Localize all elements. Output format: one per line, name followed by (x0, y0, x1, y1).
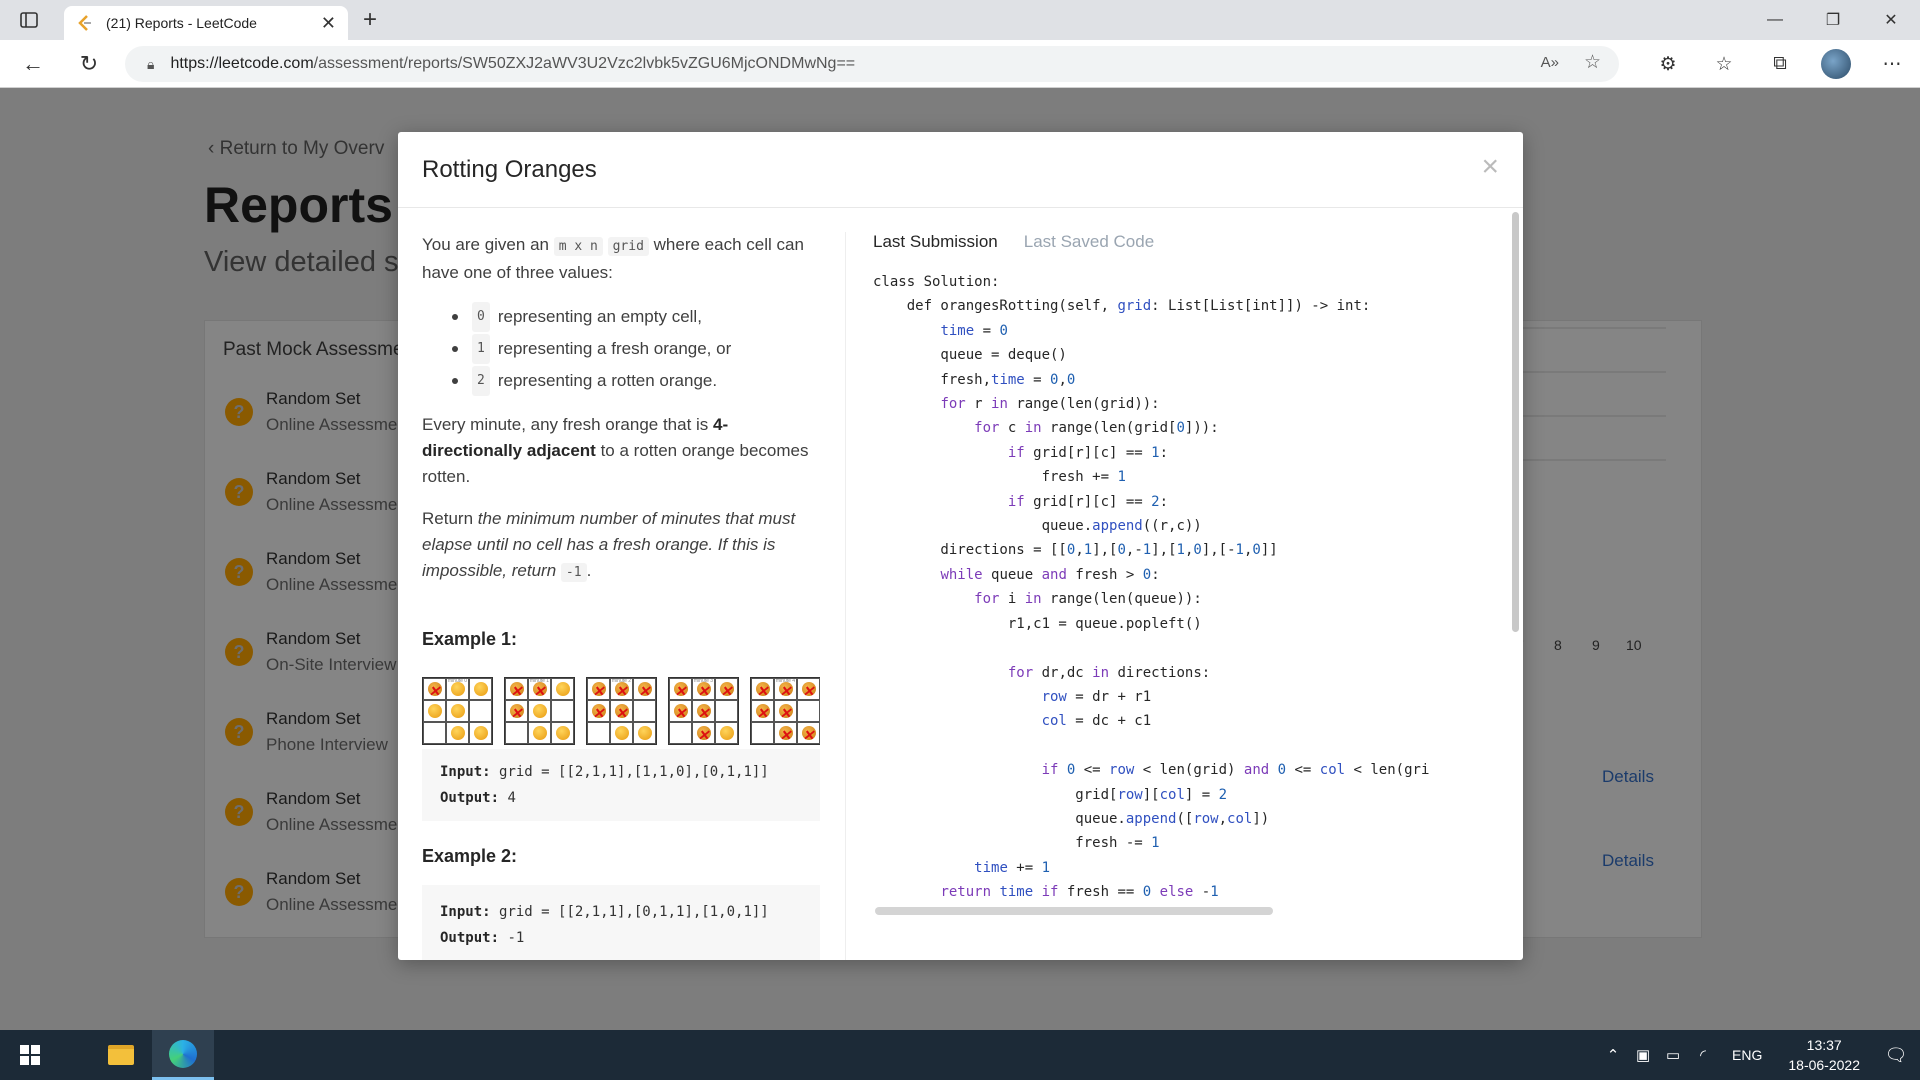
orange-grid: minute 4 (750, 668, 820, 748)
details-link[interactable]: Details (1602, 851, 1654, 871)
windows-taskbar: ⌃ ▣ ▭ ◜ ENG 13:37 18-06-2022 🗨︎ (0, 1030, 1920, 1080)
back-icon[interactable]: ← (10, 44, 56, 84)
list-item[interactable]: ? Random Set Online Assessmen (205, 855, 407, 935)
tab-last-saved-code[interactable]: Last Saved Code (1024, 232, 1154, 252)
problem-description: You are given an m x n grid where each c… (422, 232, 820, 960)
more-menu-icon[interactable]: ⋯ (1864, 53, 1920, 76)
lock-icon: 🔒︎ (147, 55, 155, 72)
add-favorite-icon[interactable]: ☆ (1584, 51, 1601, 74)
orange-grid: minute 1 (504, 668, 575, 745)
minimize-icon[interactable]: — (1746, 0, 1804, 40)
start-button[interactable] (0, 1030, 60, 1080)
example-title: Example 2: (422, 846, 518, 866)
orange-grid: minute 3 (668, 668, 739, 748)
orange-grid: minute 0 (422, 668, 493, 745)
question-icon: ? (225, 638, 253, 666)
collections-icon[interactable]: ⧉ (1752, 53, 1808, 75)
address-bar[interactable]: 🔒︎ https://leetcode.com /assessment/repo… (125, 46, 1619, 82)
example-image: minute 0 minute 1 minute 2 minute 3 minu… (422, 668, 820, 748)
profile-avatar[interactable] (1821, 49, 1851, 79)
question-icon: ? (225, 878, 253, 906)
modal-close-icon[interactable]: × (1481, 150, 1499, 184)
question-icon: ? (225, 398, 253, 426)
browser-navbar: ← ↻ 🔒︎ https://leetcode.com /assessment/… (0, 40, 1920, 88)
page-subtitle: View detailed s (204, 246, 399, 278)
description-paragraph: You are given an m x n grid where each c… (422, 235, 804, 282)
list-item[interactable]: ? Random Set On-Site Interview (205, 615, 405, 695)
question-icon: ? (225, 718, 253, 746)
url-path: /assessment/reports/SW50ZXJ2aWV3U2Vzc2lv… (313, 55, 856, 72)
modal-title: Rotting Oranges (422, 156, 597, 183)
return-link[interactable]: ‹ Return to My Overv (208, 138, 384, 160)
refresh-icon[interactable]: ↻ (66, 44, 112, 84)
pane-divider (845, 232, 846, 960)
horizontal-scrollbar[interactable] (875, 907, 1273, 915)
example-box: Input: grid = [[2,1,1],[1,1,0],[0,1,1]] … (422, 749, 820, 821)
language-indicator[interactable]: ENG (1732, 1047, 1762, 1063)
list-item[interactable]: ? Random Set Online Assessmen (205, 455, 407, 535)
description-paragraph: Return the minimum number of minutes tha… (422, 509, 796, 582)
wifi-icon[interactable]: ◜ (1688, 1046, 1718, 1064)
windows-logo-icon (20, 1045, 40, 1065)
clock-time: 13:37 (1806, 1037, 1842, 1053)
battery-icon[interactable]: ▭ (1658, 1046, 1688, 1064)
new-tab-icon[interactable]: + (350, 0, 390, 40)
page-title: Reports (204, 177, 393, 233)
details-link[interactable]: Details (1602, 767, 1654, 787)
card-title: Past Mock Assessme (223, 339, 404, 360)
example-box: Input: grid = [[2,1,1],[0,1,1],[1,0,1]] … (422, 885, 820, 960)
problem-modal: Rotting Oranges × You are given an m x n… (398, 132, 1523, 960)
read-aloud-icon[interactable]: A» (1541, 54, 1559, 71)
edge-browser-icon[interactable] (152, 1030, 214, 1080)
question-icon: ? (225, 478, 253, 506)
restore-icon[interactable]: ❐ (1804, 0, 1862, 40)
window-close-icon[interactable]: ✕ (1862, 0, 1920, 40)
code-pane: Last Submission Last Saved Code class So… (873, 232, 1493, 960)
list-item[interactable]: ? Random Set Online Assessmen (205, 375, 407, 455)
list-item[interactable]: ? Random Set Phone Interview (205, 695, 405, 775)
tab-last-submission[interactable]: Last Submission (873, 232, 998, 252)
file-explorer-icon[interactable] (90, 1030, 152, 1080)
question-icon: ? (225, 798, 253, 826)
update-icon[interactable]: ▣ (1628, 1046, 1658, 1064)
clock[interactable]: 13:37 18-06-2022 (1788, 1035, 1860, 1075)
modal-header: Rotting Oranges × (398, 132, 1523, 208)
description-paragraph: Every minute, any fresh orange that is 4… (422, 415, 809, 486)
sidebar-toggle-icon[interactable] (0, 0, 58, 40)
vertical-scrollbar[interactable] (1512, 212, 1519, 632)
list-item: 0 representing an empty cell, (452, 302, 820, 332)
list-item: 2 representing a rotten orange. (452, 366, 820, 396)
browser-tab[interactable]: (21) Reports - LeetCode ✕ (64, 6, 348, 40)
tab-close-icon[interactable]: ✕ (321, 13, 336, 34)
list-item[interactable]: ? Random Set Online Assessmen (205, 535, 407, 615)
browser-tabbar: (21) Reports - LeetCode ✕ + — ❐ ✕ (0, 0, 1920, 40)
chevron-up-icon[interactable]: ⌃ (1598, 1046, 1628, 1064)
orange-grid: minute 2 (586, 668, 657, 745)
favorites-icon[interactable]: ☆ (1696, 53, 1752, 76)
value-list: 0 representing an empty cell, 1 representi… (452, 302, 820, 396)
question-icon: ? (225, 558, 253, 586)
extensions-icon[interactable]: ⚙ (1640, 53, 1696, 76)
code-tabs: Last Submission Last Saved Code (873, 232, 1493, 252)
example-title: Example 1: (422, 629, 518, 649)
list-item[interactable]: ? Random Set Online Assessmen (205, 775, 407, 855)
url-host: https://leetcode.com (170, 55, 314, 72)
notifications-icon[interactable]: 🗨︎ (1872, 1045, 1920, 1066)
tab-title: (21) Reports - LeetCode (106, 15, 257, 31)
system-tray: ⌃ ▣ ▭ ◜ ENG 13:37 18-06-2022 🗨︎ (1598, 1030, 1920, 1080)
list-item: 1 representing a fresh orange, or (452, 334, 820, 364)
code-block: class Solution: def orangesRotting(self,… (873, 274, 1430, 901)
clock-date: 18-06-2022 (1788, 1057, 1860, 1073)
leetcode-favicon-icon (78, 15, 91, 31)
